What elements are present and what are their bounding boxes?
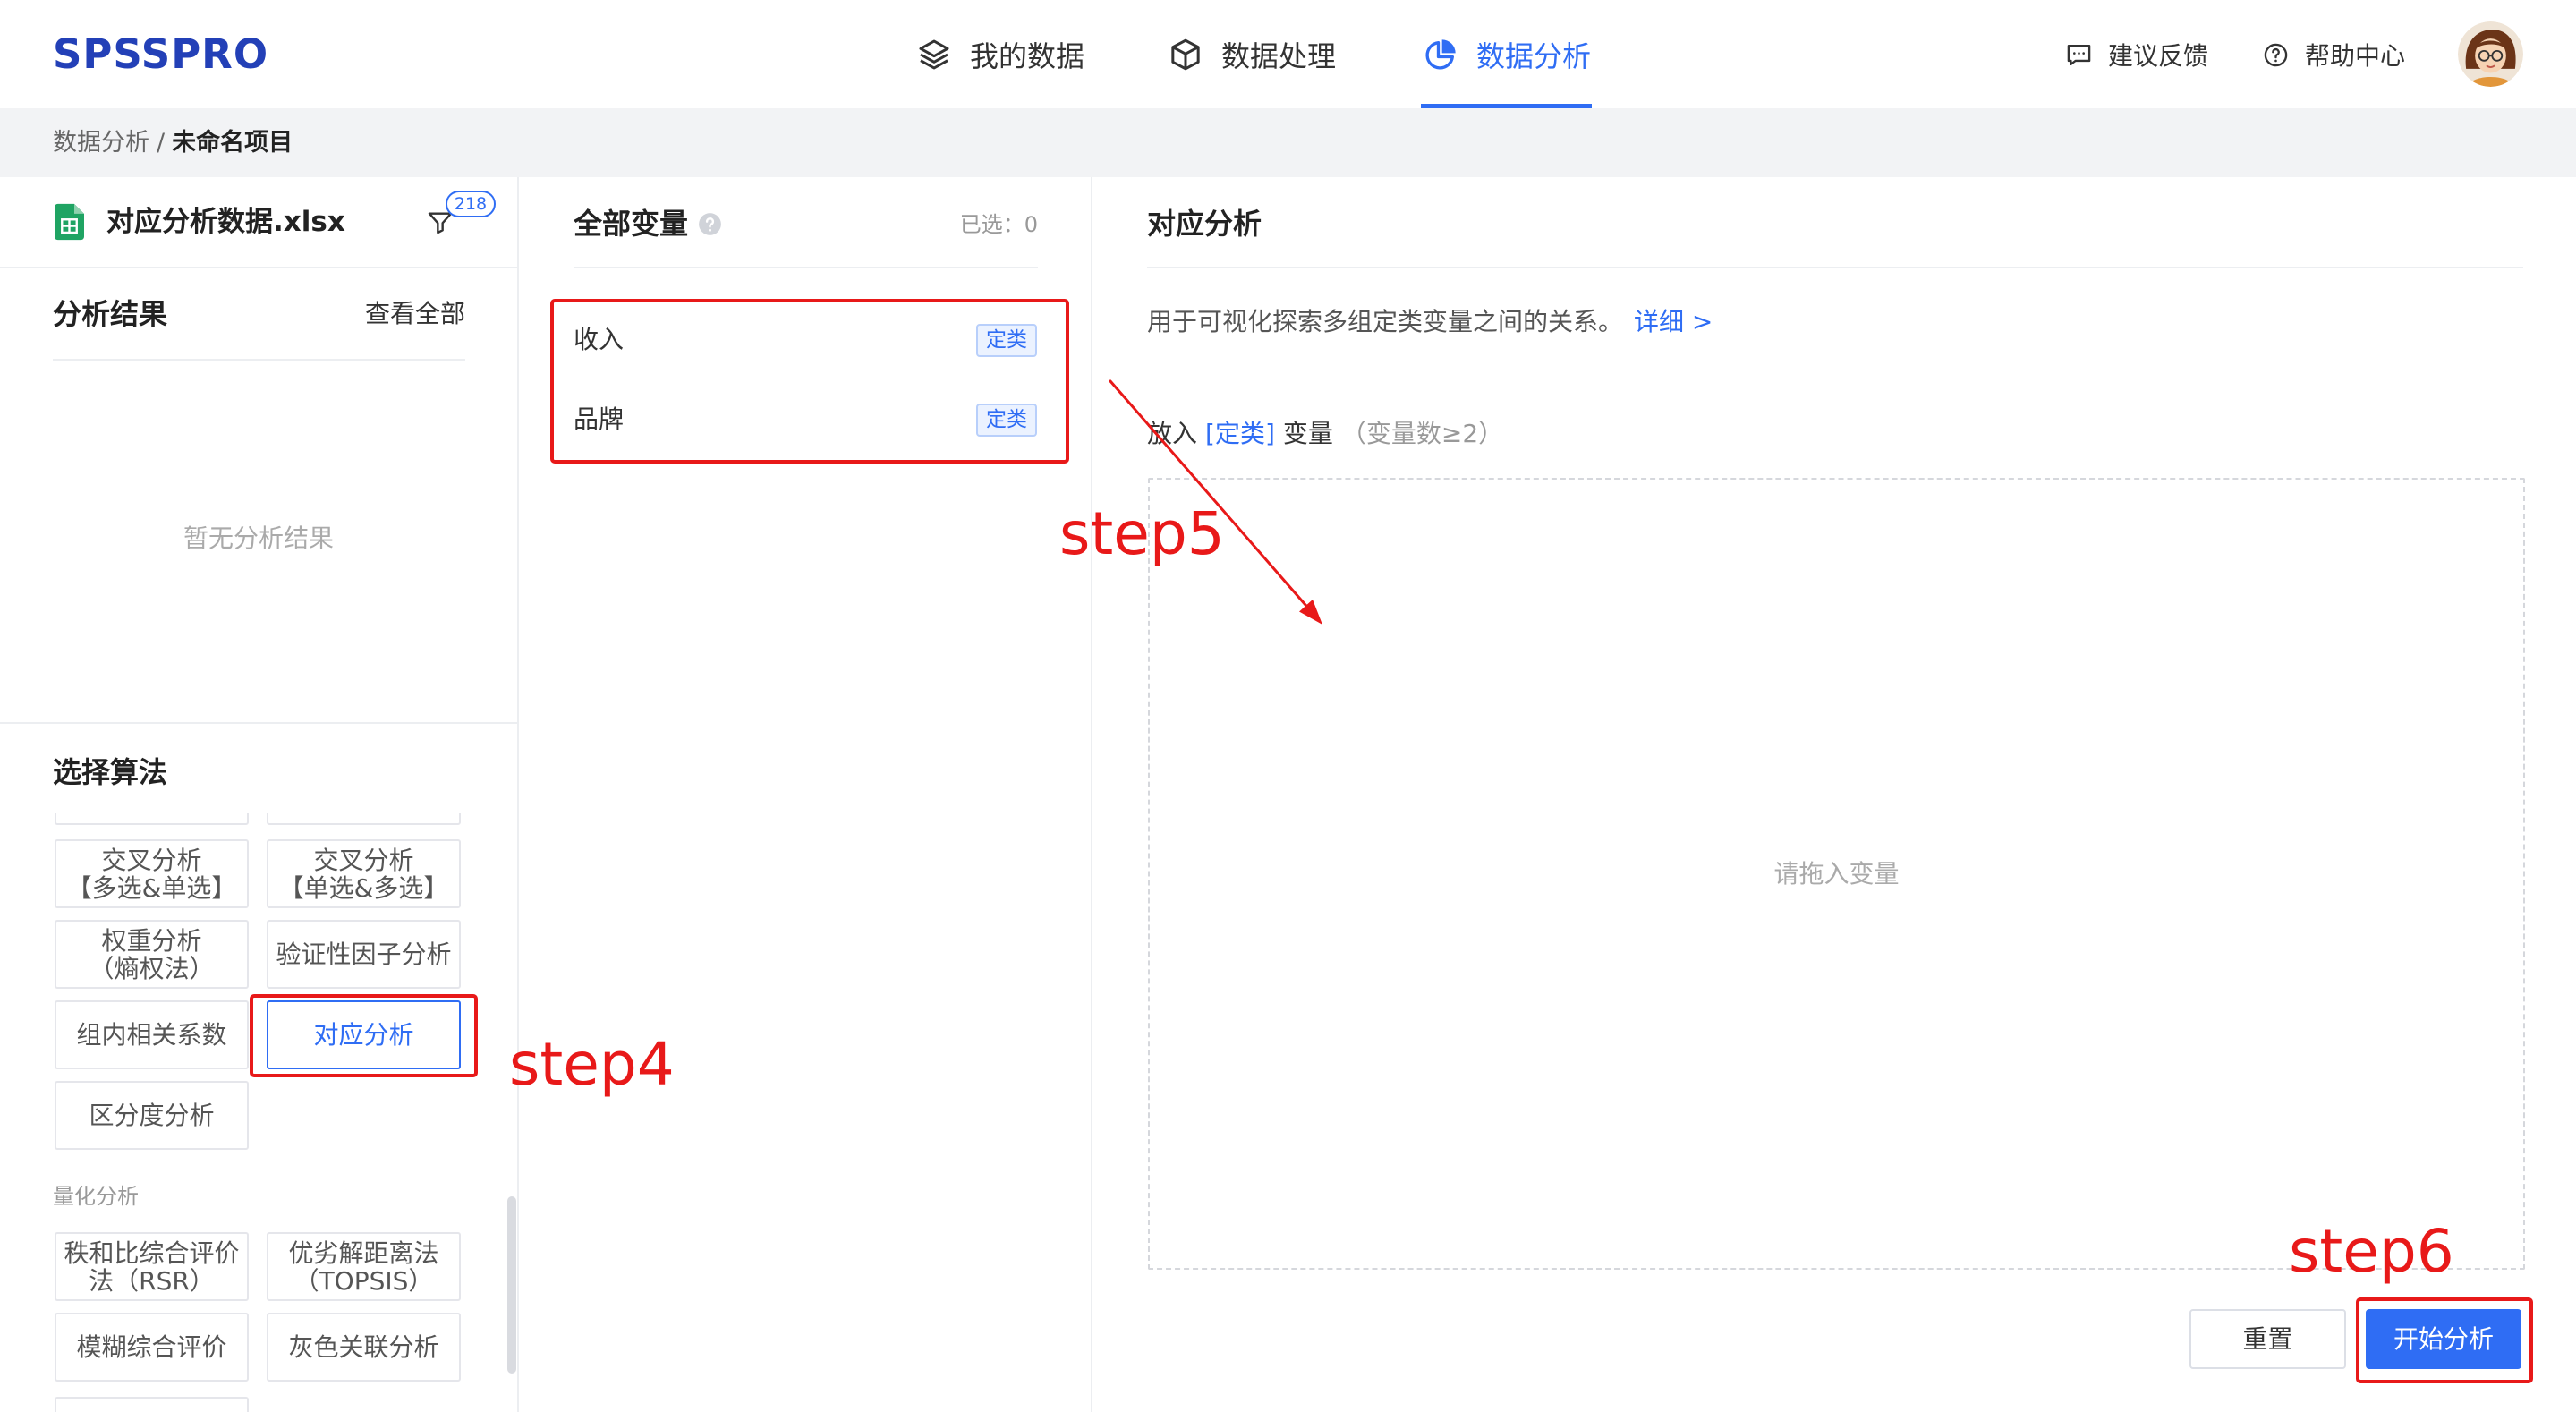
- nav-data-analysis[interactable]: 数据分析: [1423, 28, 1591, 81]
- help-icon: [2264, 43, 2288, 66]
- algorithm-button[interactable]: [55, 1397, 249, 1412]
- nav-data-processing[interactable]: 数据处理: [1168, 28, 1336, 81]
- analysis-description-text: 用于可视化探索多组定类变量之间的关系。: [1147, 307, 1624, 336]
- view-all-link[interactable]: 查看全部: [358, 296, 465, 332]
- file-name: 对应分析数据.xlsx: [106, 206, 345, 238]
- algorithm-rsr[interactable]: 秩和比综合评价 法（RSR）: [55, 1232, 249, 1301]
- variable-name: 收入: [574, 325, 625, 354]
- algorithm-label: 交叉分析: [101, 845, 202, 875]
- question-icon[interactable]: [698, 212, 722, 236]
- nav-my-data[interactable]: 我的数据: [916, 28, 1084, 81]
- drop-label-type: [定类]: [1205, 419, 1275, 448]
- variables-divider: [574, 267, 1038, 268]
- selected-count-label: 已选：: [959, 212, 1024, 237]
- algorithm-label: 验证性因子分析: [276, 940, 452, 969]
- cube-icon: [1171, 38, 1200, 71]
- breadcrumb-bar: 数据分析 / 未命名项目: [0, 108, 2576, 177]
- algorithm-cross-analysis-multi-single[interactable]: 交叉分析 【多选&单选】: [55, 839, 249, 908]
- algorithm-grey-relational[interactable]: 灰色关联分析: [267, 1313, 461, 1382]
- pie-chart-icon: [1425, 39, 1456, 70]
- avatar-icon: [2458, 21, 2523, 87]
- drop-label-prefix: 放入: [1147, 419, 1198, 448]
- algorithm-list-scrollbar[interactable]: [507, 1196, 516, 1374]
- drop-label-suffix: 变量: [1282, 419, 1333, 448]
- nav-label: 数据分析: [1476, 39, 1592, 73]
- algorithm-label: 【多选&单选】: [66, 872, 237, 903]
- algorithms-title: 选择算法: [53, 755, 168, 789]
- algorithm-label: 对应分析: [313, 1020, 414, 1050]
- avatar[interactable]: [2458, 21, 2523, 87]
- algorithm-label: 交叉分析: [313, 845, 414, 875]
- app-window: SPSSPRO 我的数据 数据处理 数据分析 建议反馈 帮助中心 数据分析 / …: [0, 0, 2576, 1412]
- logo[interactable]: SPSSPRO: [53, 28, 268, 81]
- algorithm-label: 【单选&多选】: [278, 872, 449, 903]
- algorithm-cross-analysis-single-multi[interactable]: 交叉分析 【单选&多选】: [267, 839, 461, 908]
- drop-zone-placeholder: 请拖入变量: [1773, 859, 1900, 889]
- results-divider: [53, 359, 465, 361]
- algorithm-label: 秩和比综合评价: [64, 1238, 240, 1268]
- feedback-label: 建议反馈: [2108, 41, 2209, 71]
- variable-type-tag: 定类: [976, 404, 1037, 437]
- variable-item-income[interactable]: 收入 定类: [574, 313, 1038, 367]
- detail-link[interactable]: 详细 >: [1634, 307, 1713, 336]
- filter-count-badge: 218: [446, 191, 496, 217]
- algorithm-label: 法（RSR）: [89, 1265, 215, 1296]
- algorithm-label: 区分度分析: [89, 1101, 215, 1130]
- help-center-link[interactable]: 帮助中心: [2262, 28, 2405, 81]
- breadcrumb-separator: /: [157, 129, 166, 157]
- algorithm-label: 模糊综合评价: [76, 1332, 227, 1362]
- results-empty-text: 暂无分析结果: [183, 523, 334, 553]
- algorithm-label: 灰色关联分析: [288, 1332, 439, 1362]
- analysis-title: 对应分析: [1147, 207, 1262, 241]
- variable-type-tag: 定类: [976, 324, 1037, 357]
- algorithm-section-divider: [0, 722, 517, 724]
- selected-count: 已选：0: [895, 207, 1038, 242]
- algorithm-discrimination[interactable]: 区分度分析: [55, 1081, 249, 1150]
- algorithm-entropy-weight[interactable]: 权重分析 （熵权法）: [55, 920, 249, 989]
- quant-section-label: 量化分析: [53, 1184, 139, 1209]
- start-analysis-button[interactable]: 开始分析: [2366, 1309, 2521, 1369]
- algorithm-confirmatory-factor[interactable]: 验证性因子分析: [267, 920, 461, 989]
- algorithm-label: 组内相关系数: [76, 1020, 227, 1050]
- spreadsheet-icon: [55, 203, 84, 241]
- breadcrumb-parent[interactable]: 数据分析: [53, 129, 149, 157]
- help-center-label: 帮助中心: [2305, 41, 2406, 71]
- file-header-divider: [0, 267, 517, 268]
- variable-name: 品牌: [574, 404, 625, 434]
- feedback-link[interactable]: 建议反馈: [2065, 28, 2208, 81]
- variables-title: 全部变量: [574, 207, 689, 241]
- algorithm-label: （熵权法）: [89, 953, 215, 983]
- drop-zone-label: 放入 [定类] 变量 （变量数≥2）: [1147, 416, 1503, 452]
- selected-count-value: 0: [1024, 212, 1038, 237]
- nav-label: 我的数据: [970, 39, 1085, 73]
- analysis-description: 用于可视化探索多组定类变量之间的关系。 详细 >: [1147, 304, 1713, 340]
- algorithm-label: （TOPSIS）: [293, 1265, 434, 1296]
- analysis-divider: [1147, 267, 2523, 268]
- algorithm-fuzzy-evaluation[interactable]: 模糊综合评价: [55, 1313, 249, 1382]
- algorithm-correspondence-analysis[interactable]: 对应分析: [267, 1000, 461, 1069]
- layers-icon: [919, 39, 949, 70]
- algorithm-label: 优劣解距离法: [288, 1238, 439, 1268]
- feedback-icon: [2067, 44, 2091, 65]
- breadcrumb-current: 未命名项目: [172, 129, 293, 157]
- algorithm-button[interactable]: [267, 813, 461, 825]
- algorithm-topsis[interactable]: 优劣解距离法 （TOPSIS）: [267, 1232, 461, 1301]
- algorithm-intraclass-correlation[interactable]: 组内相关系数: [55, 1000, 249, 1069]
- algorithm-button[interactable]: [55, 813, 249, 825]
- algorithm-label: 权重分析: [101, 925, 202, 956]
- reset-button[interactable]: 重置: [2189, 1309, 2346, 1369]
- nav-label: 数据处理: [1221, 39, 1337, 73]
- results-title: 分析结果: [53, 297, 168, 331]
- variable-item-brand[interactable]: 品牌 定类: [574, 393, 1038, 447]
- drop-label-constraint: （变量数≥2）: [1340, 419, 1504, 448]
- algorithm-list[interactable]: 交叉分析 【多选&单选】 交叉分析 【单选&多选】 权重分析 （熵权法） 验证性…: [0, 813, 501, 1412]
- breadcrumb: 数据分析 / 未命名项目: [53, 108, 293, 177]
